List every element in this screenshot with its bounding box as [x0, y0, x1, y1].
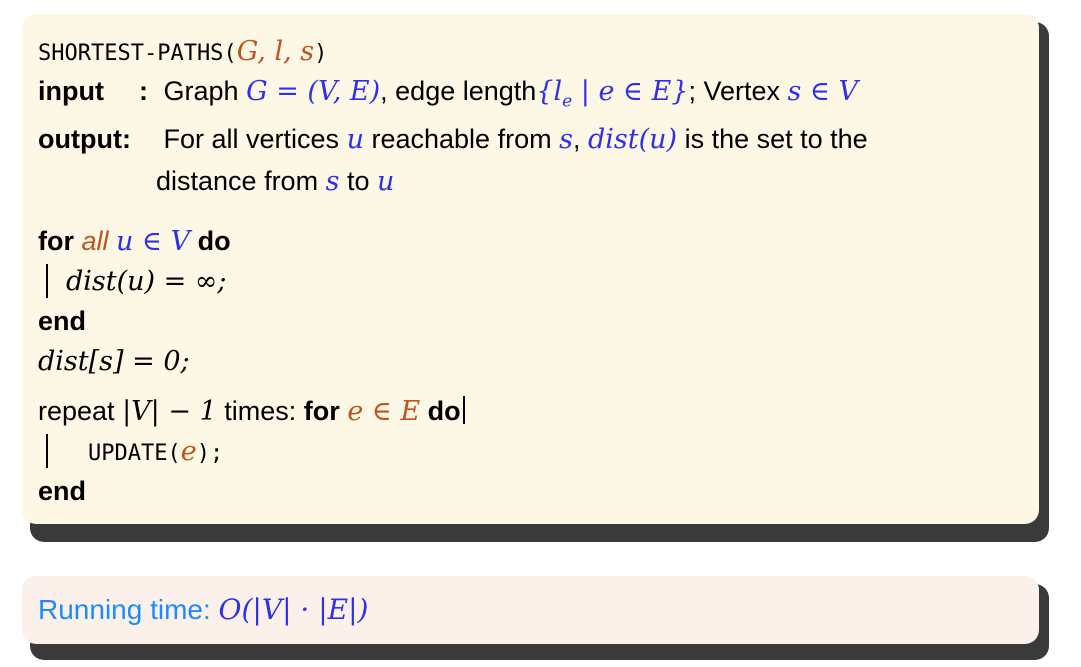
- output-dist: dist(u): [587, 124, 678, 155]
- output-line2-to: to: [346, 166, 370, 196]
- do-keyword: do: [197, 226, 231, 256]
- loop-body-stmt: dist(u) = ∞;: [66, 266, 227, 297]
- repeat-line: repeat |V| − 1 times: for e ∈ E do: [38, 394, 465, 429]
- for-loop-header: for all u ∈ V do: [38, 224, 231, 259]
- input-vertex-expr: s ∈ V: [787, 76, 859, 107]
- update-open-paren: (: [167, 441, 181, 466]
- end-keyword-1: end: [38, 306, 87, 336]
- repeat-times: times:: [224, 396, 297, 426]
- output-line-2: distance from s to u: [156, 164, 394, 199]
- for-all: all: [81, 226, 109, 256]
- input-line: input: Graph G = (V, E), edge length{le …: [38, 74, 858, 118]
- output-var-s: s: [559, 124, 573, 155]
- output-line: output: For all vertices u reachable fro…: [38, 122, 868, 157]
- open-paren: (: [223, 41, 237, 66]
- input-graph-expr: G = (V, E): [246, 76, 381, 107]
- text-cursor: [462, 396, 465, 424]
- update-close-paren: );: [196, 441, 224, 466]
- update-arg: e: [180, 436, 197, 467]
- update-line: UPDATE(e);: [88, 434, 223, 471]
- running-time: Running time: O(|V| · |E|): [38, 592, 368, 628]
- output-line2-s: s: [325, 166, 340, 197]
- close-paren: ): [314, 41, 328, 66]
- procedure-args: G, l, s: [236, 36, 315, 67]
- input-edge-set: {le | e ∈ E}: [536, 76, 689, 112]
- output-var-u: u: [346, 124, 364, 155]
- loop-body: dist(u) = ∞;: [66, 264, 226, 299]
- procedure-header: SHORTEST-PATHS(G, l, s): [38, 34, 327, 71]
- output-text-2: reachable from: [371, 124, 552, 154]
- output-text-1: For all vertices: [163, 124, 340, 154]
- input-text-edge-length: , edge length: [380, 76, 537, 106]
- for-keyword: for: [38, 226, 74, 256]
- running-time-label: Running time:: [38, 594, 211, 625]
- repeat-expr: |V| − 1: [122, 396, 217, 427]
- output-comma: ,: [572, 124, 581, 154]
- repeat-do-keyword: do: [427, 396, 461, 426]
- input-label: input:: [38, 76, 148, 106]
- output-line2-text: distance from: [156, 166, 319, 196]
- repeat-for-keyword: for: [303, 396, 340, 426]
- running-time-expr: O(|V| · |E|): [218, 593, 369, 626]
- loop-body-bar: [46, 264, 48, 298]
- input-text-graph: Graph: [163, 76, 239, 106]
- init-stmt: dist[s] = 0;: [38, 346, 190, 377]
- output-text-4: is the set to the: [684, 124, 868, 154]
- input-text-vertex: ; Vertex: [688, 76, 781, 106]
- end-keyword-2: end: [38, 476, 87, 506]
- output-line2-u: u: [377, 166, 395, 197]
- update-name: UPDATE: [88, 441, 168, 466]
- init-line: dist[s] = 0;: [38, 344, 190, 379]
- repeat-body-bar: [46, 434, 48, 468]
- repeat-for-expr: e ∈ E: [347, 396, 421, 427]
- repeat-text: repeat: [38, 396, 115, 426]
- end-line-1: end: [38, 304, 86, 338]
- for-expr: u ∈ V: [116, 226, 191, 257]
- output-label: output:: [38, 124, 131, 154]
- procedure-name: SHORTEST-PATHS: [38, 41, 224, 66]
- end-line-2: end: [38, 474, 86, 508]
